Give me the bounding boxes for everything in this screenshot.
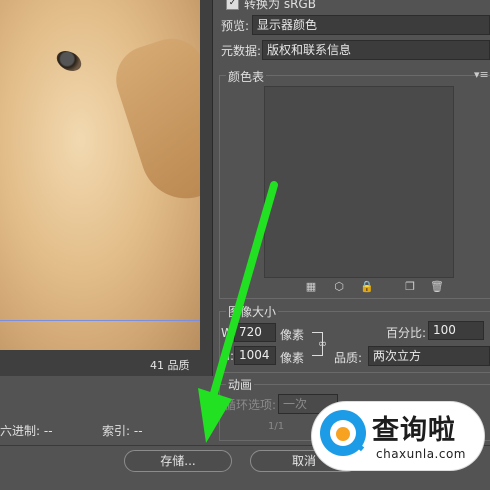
preview-mode-label: 预览:: [221, 19, 250, 33]
arrow-head: [198, 388, 232, 443]
metadata-select[interactable]: 版权和联系信息: [262, 40, 490, 60]
image-preview-pane[interactable]: 41 品质: [0, 0, 213, 376]
web-shift-icon[interactable]: ▦: [305, 281, 317, 293]
watermark-title: 查询啦: [372, 415, 456, 446]
preview-mode-select[interactable]: 显示器颜色: [252, 15, 490, 35]
metadata-label: 元数据:: [221, 44, 262, 58]
watermark-url: chaxunla.com: [376, 447, 466, 461]
index-value-label: 索引: --: [102, 424, 143, 438]
percent-input[interactable]: 100: [428, 321, 484, 340]
convert-srgb-label: 转换为 sRGB: [244, 0, 316, 11]
puppy-photo: [0, 0, 200, 350]
panel-menu-icon[interactable]: ▾≡: [474, 68, 489, 81]
preview-quality-label: 41 品质: [150, 359, 190, 372]
lock-icon[interactable]: 🔒: [360, 281, 374, 293]
percent-label: 百分比:: [386, 326, 427, 340]
convert-srgb-checkbox[interactable]: ✓: [226, 0, 239, 10]
quality-select[interactable]: 两次立方: [368, 346, 490, 366]
slice-guide-line: [0, 320, 200, 321]
chaxunla-watermark: 查询啦 chaxunla.com: [312, 402, 484, 470]
new-color-icon[interactable]: ❐: [404, 281, 416, 293]
puppy-eye: [53, 46, 85, 76]
puppy-ear: [107, 30, 200, 210]
trash-icon[interactable]: 🗑: [430, 281, 444, 293]
quality-value: 两次立方: [373, 349, 422, 363]
green-arrow-annotation: [198, 181, 278, 443]
hex-value-label: 六进制: --: [0, 424, 53, 438]
cube-icon[interactable]: ⬡: [333, 281, 345, 293]
link-icon[interactable]: ∞: [318, 337, 327, 350]
save-button[interactable]: 存储...: [124, 450, 232, 472]
quality-label: 品质:: [334, 351, 363, 365]
metadata-value: 版权和联系信息: [267, 43, 352, 57]
color-table-legend: 颜色表: [226, 68, 267, 85]
color-table-swatches[interactable]: [264, 86, 454, 278]
chaxunla-logo-icon: [320, 410, 366, 456]
preview-mode-value: 显示器颜色: [257, 18, 318, 32]
arrow-shaft: [206, 181, 278, 411]
